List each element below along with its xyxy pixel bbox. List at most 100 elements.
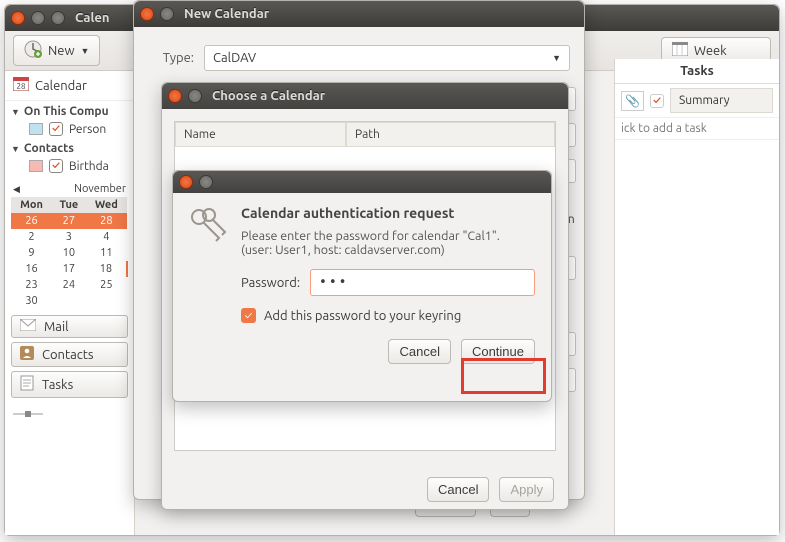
sidebar-title: Calendar — [35, 79, 87, 93]
prev-month-icon[interactable]: ◀ — [13, 184, 20, 195]
nav-label: Mail — [44, 320, 69, 334]
minimize-icon[interactable] — [199, 175, 213, 189]
label: Cancel — [399, 344, 439, 359]
dialog-titlebar[interactable] — [173, 171, 551, 193]
auth-dialog: Calendar authentication request Please e… — [172, 170, 552, 402]
close-icon[interactable] — [140, 7, 154, 21]
day-cell[interactable]: 30 — [11, 293, 52, 309]
dialog-titlebar[interactable]: Choose a Calendar — [162, 83, 568, 109]
continue-button[interactable]: Continue — [461, 339, 535, 364]
day-cell[interactable]: 18 — [86, 261, 127, 277]
weekday: Wed — [86, 197, 127, 213]
minimize-icon[interactable] — [160, 7, 174, 21]
chevron-down-icon: ▼ — [11, 107, 20, 117]
keyring-checkbox[interactable]: ✓ — [241, 308, 256, 323]
password-input[interactable]: ••• — [310, 269, 535, 296]
sidebar-item-birthdays[interactable]: Birthda — [5, 157, 134, 175]
tasks-header-row: 📎 Summary — [615, 84, 779, 118]
tasks-pane: Tasks 📎 Summary ick to add a task — [614, 59, 779, 535]
type-value: CalDAV — [213, 51, 256, 65]
summary-column[interactable]: Summary — [670, 88, 773, 113]
calendar-color-swatch — [29, 123, 43, 135]
dialog-title: New Calendar — [184, 7, 269, 21]
weekday: Mon — [11, 197, 52, 213]
new-event-icon — [24, 40, 42, 61]
label: Apply — [510, 482, 543, 497]
day-cell[interactable] — [52, 293, 86, 309]
nav-mail[interactable]: Mail — [11, 315, 128, 338]
chevron-down-icon: ▼ — [11, 144, 20, 154]
new-button[interactable]: New ▼ — [13, 35, 100, 66]
contacts-icon — [20, 346, 34, 363]
day-cell[interactable]: 3 — [52, 229, 86, 245]
chevron-down-icon: ▼ — [552, 53, 561, 63]
password-value: ••• — [319, 275, 348, 290]
auth-message: Please enter the password for calendar "… — [241, 229, 535, 243]
window-title: Calen — [75, 11, 110, 25]
maximize-icon[interactable] — [51, 11, 65, 25]
day-cell[interactable]: 23 — [11, 277, 52, 293]
column-path[interactable]: Path — [346, 122, 555, 147]
checkbox[interactable] — [49, 122, 63, 136]
checkbox[interactable] — [49, 159, 63, 173]
calendar-icon: 28 — [13, 77, 29, 94]
day-cell[interactable]: 27 — [52, 213, 86, 229]
day-cell[interactable]: 17 — [52, 261, 86, 277]
auth-message-detail: (user: User1, host: caldavserver.com) — [241, 243, 535, 257]
day-cell[interactable]: 25 — [86, 277, 127, 293]
week-view-icon — [672, 42, 688, 59]
apply-button[interactable]: Apply — [499, 477, 554, 502]
keyring-label: Add this password to your keyring — [264, 309, 461, 323]
sidebar-item-label: Birthda — [69, 160, 109, 173]
day-cell[interactable]: 28 — [86, 213, 127, 229]
day-cell[interactable]: 16 — [11, 261, 52, 277]
week-label: Week — [694, 44, 727, 58]
minimize-icon[interactable] — [188, 89, 202, 103]
close-icon[interactable] — [11, 11, 25, 25]
nav-tasks[interactable]: Tasks — [11, 371, 128, 398]
add-task-placeholder: ick to add a task — [621, 122, 707, 135]
cancel-button[interactable]: Cancel — [427, 477, 489, 502]
mail-icon — [20, 319, 36, 334]
cancel-button[interactable]: Cancel — [388, 339, 450, 364]
calendar-color-swatch — [29, 160, 43, 172]
column-name[interactable]: Name — [175, 122, 346, 147]
weekday: Tue — [52, 197, 86, 213]
auth-heading: Calendar authentication request — [241, 205, 535, 221]
day-cell[interactable]: 24 — [52, 277, 86, 293]
sidebar: 28 Calendar ▼ On This Compu Person ▼ Con… — [5, 71, 135, 535]
day-cell[interactable]: 2 — [11, 229, 52, 245]
day-cell[interactable]: 10 — [52, 245, 86, 261]
nav-label: Contacts — [42, 348, 94, 362]
sidebar-item-label: Person — [69, 123, 106, 136]
nav-contacts[interactable]: Contacts — [11, 342, 128, 367]
mini-calendar[interactable]: ◀ November Mon Tue Wed 262728 234 91011 … — [11, 181, 128, 309]
close-icon[interactable] — [179, 175, 193, 189]
sidebar-item-personal[interactable]: Person — [5, 120, 134, 138]
tasks-title: Tasks — [615, 59, 779, 84]
new-label: New — [48, 44, 75, 58]
password-label: Password: — [241, 276, 300, 290]
day-cell[interactable] — [86, 293, 127, 309]
day-cell[interactable]: 4 — [86, 229, 127, 245]
label: Cancel — [438, 482, 478, 497]
attachment-icon: 📎 — [621, 91, 644, 111]
tasks-icon — [20, 375, 34, 394]
weekday-row: Mon Tue Wed — [11, 197, 127, 213]
section-label: Contacts — [24, 142, 74, 155]
day-cell[interactable]: 9 — [11, 245, 52, 261]
type-select[interactable]: CalDAV ▼ — [204, 45, 570, 71]
dialog-titlebar[interactable]: New Calendar — [134, 1, 584, 27]
day-cell[interactable]: 11 — [86, 245, 127, 261]
day-cell[interactable]: 26 — [11, 213, 52, 229]
type-label: Type: — [148, 51, 194, 65]
sidebar-section-contacts[interactable]: ▼ Contacts — [5, 138, 134, 157]
label: Continue — [472, 344, 524, 359]
add-task-row[interactable]: ick to add a task — [615, 118, 779, 140]
month-label: November — [74, 183, 126, 195]
minimize-icon[interactable] — [31, 11, 45, 25]
switcher-handle[interactable] — [5, 402, 134, 428]
close-icon[interactable] — [168, 89, 182, 103]
svg-text:28: 28 — [16, 82, 26, 91]
sidebar-section-computer[interactable]: ▼ On This Compu — [5, 101, 134, 120]
